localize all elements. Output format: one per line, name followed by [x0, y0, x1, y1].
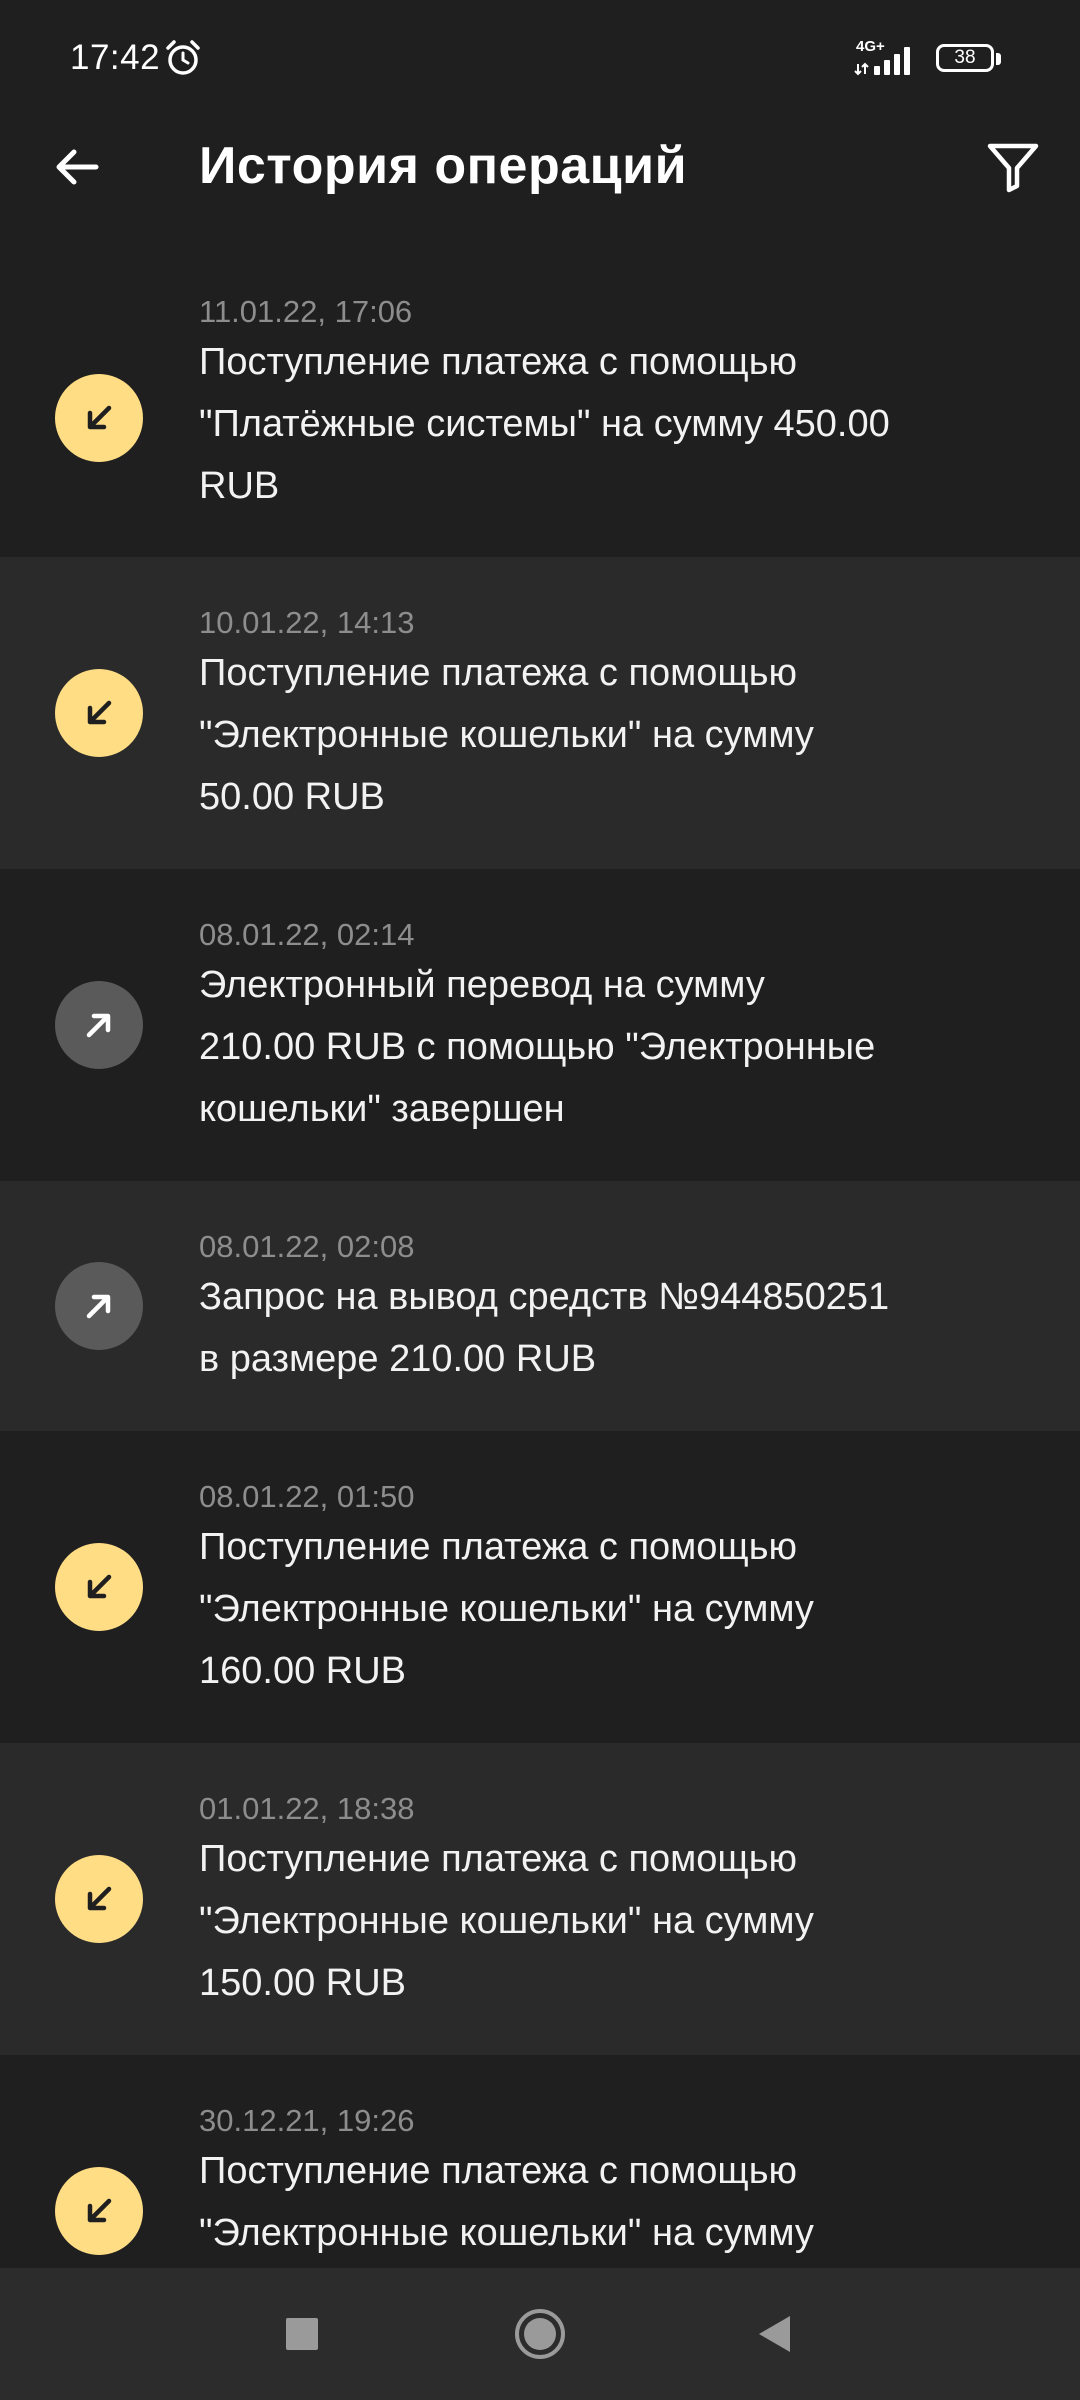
operation-row[interactable]: 11.01.22, 17:06 Поступление платежа с по… — [0, 278, 1080, 557]
operation-line: Поступление платежа с помощью — [199, 652, 797, 694]
operation-row[interactable]: 30.12.21, 19:26 Поступление платежа с по… — [0, 2055, 1080, 2268]
operation-line: "Электронные кошельки" на сумму — [199, 2212, 814, 2254]
operation-type-badge — [55, 669, 143, 757]
operation-line: 160.00 RUB — [199, 1650, 407, 1692]
arrow-up-right-icon — [86, 1013, 111, 1038]
nav-back-button[interactable] — [738, 2298, 810, 2370]
operation-line: в размере 210.00 RUB — [199, 1338, 597, 1380]
status-bar: 17:42 4G+ 38 — [0, 0, 1080, 118]
operation-date: 01.01.22, 18:38 — [199, 1791, 415, 1826]
screen: 17:42 4G+ 38 История операций 11.01.22, … — [0, 0, 1080, 2400]
operation-date: 08.01.22, 01:50 — [199, 1479, 415, 1514]
operation-type-badge — [55, 1855, 143, 1943]
operation-line: Поступление платежа с помощью — [199, 1526, 797, 1568]
operation-line: Поступление платежа с помощью — [199, 2150, 797, 2192]
status-time: 17:42 — [70, 38, 161, 77]
operation-description: Электронный перевод на сумму 210.00 RUB … — [199, 954, 979, 1140]
arrow-down-left-icon — [87, 1886, 112, 1911]
operation-description: Поступление платежа с помощью "Платёжные… — [199, 331, 979, 517]
arrow-down-left-icon — [87, 2198, 112, 2223]
arrow-down-left-icon — [87, 405, 112, 430]
operation-row[interactable]: 01.01.22, 18:38 Поступление платежа с по… — [0, 1743, 1080, 2055]
battery-icon: 38 — [936, 44, 994, 72]
operation-line: Запрос на вывод средств №944850251 — [199, 1276, 890, 1318]
operation-type-badge — [55, 1262, 143, 1350]
operation-date: 30.12.21, 19:26 — [199, 2103, 415, 2138]
operation-type-badge — [55, 374, 143, 462]
operation-description: Поступление платежа с помощью "Электронн… — [199, 1516, 979, 1702]
operation-line: 50.00 RUB — [199, 776, 385, 818]
home-button[interactable] — [504, 2298, 576, 2370]
operation-line: "Электронные кошельки" на сумму — [199, 1588, 814, 1630]
operation-date: 08.01.22, 02:08 — [199, 1229, 415, 1264]
arrow-up-right-icon — [86, 1294, 111, 1319]
operation-date: 08.01.22, 02:14 — [199, 917, 415, 952]
operation-line: RUB — [199, 465, 280, 507]
recents-square-icon — [286, 2318, 318, 2350]
operation-line: кошельки" завершен — [199, 1088, 565, 1130]
system-nav-bar — [0, 2268, 1080, 2400]
operation-row[interactable]: 10.01.22, 14:13 Поступление платежа с по… — [0, 557, 1080, 869]
operation-type-badge — [55, 1543, 143, 1631]
operation-row[interactable]: 08.01.22, 01:50 Поступление платежа с по… — [0, 1431, 1080, 1743]
home-circle-icon — [515, 2309, 565, 2359]
operation-description: Запрос на вывод средств №944850251 в раз… — [199, 1266, 979, 1390]
recents-button[interactable] — [266, 2298, 338, 2370]
operation-type-badge — [55, 981, 143, 1069]
operation-line: Электронный перевод на сумму — [199, 964, 765, 1006]
arrow-down-left-icon — [87, 700, 112, 725]
operation-line: Поступление платежа с помощью — [199, 1838, 797, 1880]
operation-date: 11.01.22, 17:06 — [199, 294, 413, 329]
operation-description: Поступление платежа с помощью "Электронн… — [199, 1828, 979, 2014]
operation-description: Поступление платежа с помощью "Электронн… — [199, 2140, 979, 2264]
operation-row[interactable]: 08.01.22, 02:08 Запрос на вывод средств … — [0, 1181, 1080, 1431]
operation-line: "Электронные кошельки" на сумму — [199, 714, 814, 756]
filter-icon — [987, 143, 1039, 193]
alarm-icon — [166, 40, 200, 75]
operation-line: 210.00 RUB с помощью "Электронные — [199, 1026, 876, 1068]
operation-line: "Электронные кошельки" на сумму — [199, 1900, 814, 1942]
back-triangle-icon — [759, 2316, 790, 2352]
signal-icon — [854, 47, 910, 76]
operation-description: Поступление платежа с помощью "Электронн… — [199, 642, 979, 828]
operation-line: 150.00 RUB — [199, 1962, 407, 2004]
app-bar: История операций — [0, 118, 1080, 278]
battery-level: 38 — [954, 47, 976, 68]
operations-list[interactable]: 11.01.22, 17:06 Поступление платежа с по… — [0, 278, 1080, 2268]
operation-date: 10.01.22, 14:13 — [199, 605, 415, 640]
arrow-down-left-icon — [87, 1574, 112, 1599]
filter-button[interactable] — [978, 132, 1048, 202]
back-button[interactable] — [42, 132, 112, 202]
operation-line: "Платёжные системы" на сумму 450.00 — [199, 403, 890, 445]
operation-type-badge — [55, 2167, 143, 2255]
operation-line: Поступление платежа с помощью — [199, 341, 797, 383]
operation-row[interactable]: 08.01.22, 02:14 Электронный перевод на с… — [0, 869, 1080, 1181]
arrow-left-icon — [56, 149, 99, 185]
page-title: История операций — [199, 137, 688, 195]
battery-tip — [996, 53, 1001, 65]
